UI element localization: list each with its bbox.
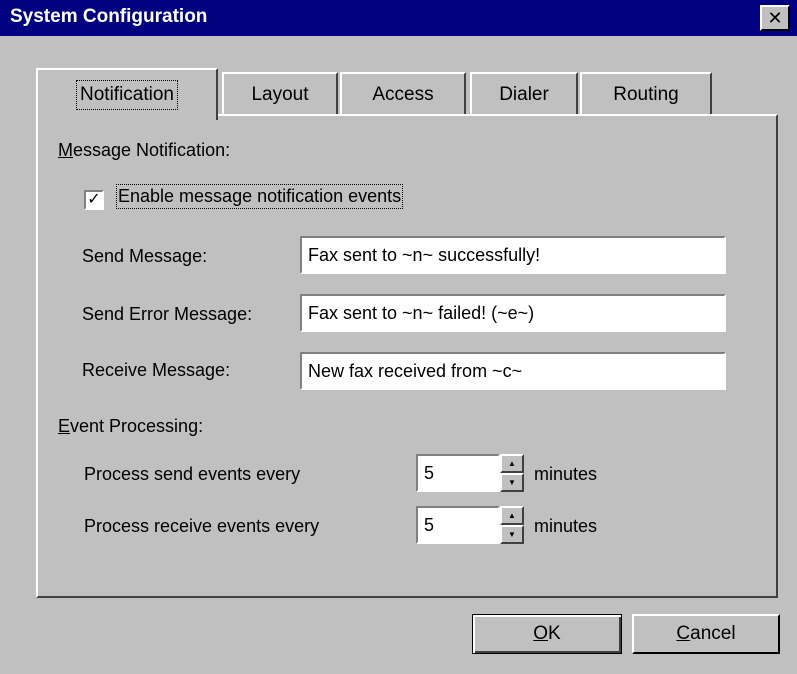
cancel-button[interactable]: Cancel <box>632 614 780 654</box>
up-arrow-icon: ▲ <box>508 458 516 468</box>
receive-events-spinner: ▲ ▼ <box>500 506 524 544</box>
send-events-spinner: ▲ ▼ <box>500 454 524 492</box>
spin-down-button[interactable]: ▼ <box>500 525 524 544</box>
tab-access[interactable]: Access <box>340 72 466 116</box>
tab-notification[interactable]: Notification <box>36 68 218 120</box>
tab-routing[interactable]: Routing <box>580 72 712 116</box>
system-configuration-dialog: System Configuration ✕ Notification Layo… <box>0 0 797 674</box>
window-title: System Configuration <box>10 6 208 27</box>
down-arrow-icon: ▼ <box>508 477 516 487</box>
tab-layout[interactable]: Layout <box>222 72 338 116</box>
enable-notification-label[interactable]: Enable message notification events <box>115 184 404 209</box>
down-arrow-icon: ▼ <box>508 529 516 539</box>
tab-notification-label: Notification <box>76 80 178 110</box>
close-button[interactable]: ✕ <box>760 5 790 31</box>
tab-access-label: Access <box>372 84 434 105</box>
tab-layout-label: Layout <box>251 84 309 105</box>
receive-events-interval-input[interactable] <box>416 506 500 544</box>
send-error-message-label: Send Error Message: <box>82 304 253 324</box>
tab-routing-label: Routing <box>613 84 679 105</box>
send-message-input[interactable] <box>300 236 726 274</box>
ok-button[interactable]: OK <box>472 614 622 654</box>
notification-panel: Message Notification: ✓ Enable message n… <box>36 114 778 598</box>
event-processing-heading: Event Processing: <box>58 416 204 436</box>
receive-message-label: Receive Message: <box>82 360 231 380</box>
enable-notification-checkbox[interactable]: ✓ <box>84 190 104 210</box>
receive-message-input[interactable] <box>300 352 726 390</box>
send-events-unit: minutes <box>534 464 598 484</box>
spin-down-button[interactable]: ▼ <box>500 473 524 492</box>
send-error-message-input[interactable] <box>300 294 726 332</box>
send-events-label: Process send events every <box>84 464 301 484</box>
tab-dialer-label: Dialer <box>499 84 549 105</box>
spin-up-button[interactable]: ▲ <box>500 506 524 525</box>
check-icon: ✓ <box>87 191 101 208</box>
tab-dialer[interactable]: Dialer <box>470 72 578 116</box>
close-icon: ✕ <box>767 8 783 28</box>
receive-events-label: Process receive events every <box>84 516 320 536</box>
send-events-interval-input[interactable] <box>416 454 500 492</box>
spin-up-button[interactable]: ▲ <box>500 454 524 473</box>
title-bar[interactable]: System Configuration ✕ <box>0 0 797 36</box>
up-arrow-icon: ▲ <box>508 510 516 520</box>
receive-events-unit: minutes <box>534 516 598 536</box>
send-message-label: Send Message: <box>82 246 208 266</box>
message-notification-heading: Message Notification: <box>58 140 231 160</box>
